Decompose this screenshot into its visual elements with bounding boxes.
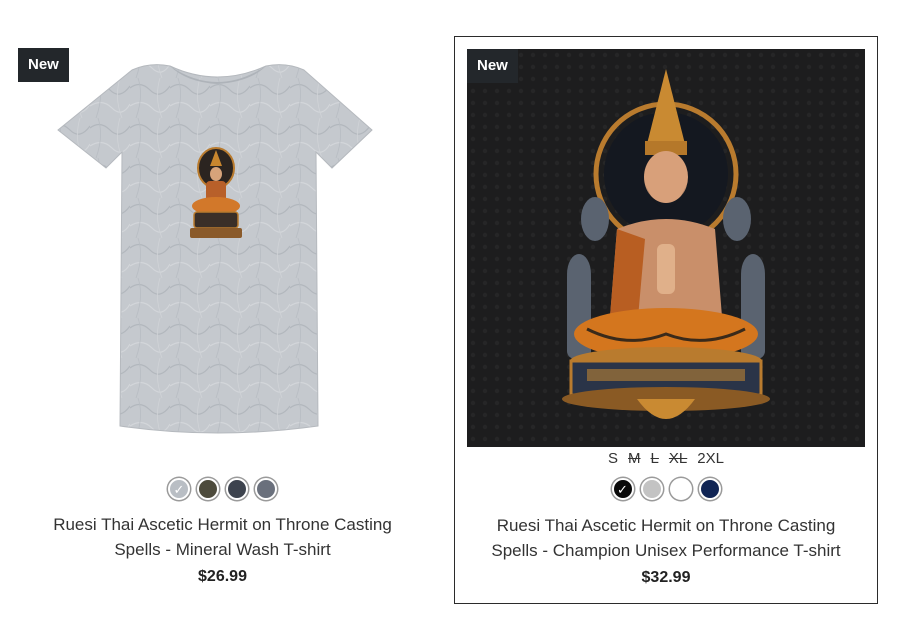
swatch-white[interactable] xyxy=(669,478,692,500)
size-m: M xyxy=(628,450,641,467)
product-price: $26.99 xyxy=(198,568,247,585)
product-title[interactable]: Ruesi Thai Ascetic Hermit on Throne Cast… xyxy=(10,512,435,562)
product-title[interactable]: Ruesi Thai Ascetic Hermit on Throne Cast… xyxy=(455,513,877,563)
swatch-black[interactable]: ✓ xyxy=(611,478,634,500)
new-badge: New xyxy=(467,49,518,83)
product-card-mineral-wash-tshirt[interactable]: New ✓ Ruesi Thai Ascetic Hermit on Thron… xyxy=(10,38,435,598)
color-swatches: ✓ xyxy=(10,478,435,500)
checkmark-icon: ✓ xyxy=(173,481,185,497)
new-badge: New xyxy=(18,48,69,82)
tshirt-image xyxy=(57,64,373,434)
color-swatches: ✓ xyxy=(455,478,877,500)
product-image-tshirt[interactable] xyxy=(10,38,435,458)
product-title-line2[interactable]: Spells - Champion Unisex Performance T-s… xyxy=(455,538,877,563)
size-l: L xyxy=(650,450,659,467)
swatch-navy[interactable] xyxy=(698,478,721,500)
product-card-champion-performance-tshirt[interactable]: New S M L XL 2XL ✓ Ruesi Thai Ascetic He… xyxy=(454,36,878,604)
swatch-olive[interactable] xyxy=(197,478,219,500)
product-title-line2[interactable]: Spells - Mineral Wash T-shirt xyxy=(10,537,435,562)
size-list: S M L XL 2XL xyxy=(455,450,877,467)
size-2xl[interactable]: 2XL xyxy=(697,450,724,467)
product-image-artwork[interactable] xyxy=(467,49,865,447)
checkmark-icon: ✓ xyxy=(617,481,628,497)
hermit-artwork-image xyxy=(467,49,865,447)
swatch-slate[interactable] xyxy=(255,478,277,500)
size-xl: XL xyxy=(668,450,688,467)
swatch-charcoal[interactable] xyxy=(226,478,248,500)
product-price: $32.99 xyxy=(641,569,691,586)
product-title-line1[interactable]: Ruesi Thai Ascetic Hermit on Throne Cast… xyxy=(455,513,877,538)
size-s[interactable]: S xyxy=(608,450,618,467)
swatch-silver[interactable] xyxy=(640,478,663,500)
swatch-light-grey[interactable]: ✓ xyxy=(168,478,190,500)
product-title-line1[interactable]: Ruesi Thai Ascetic Hermit on Throne Cast… xyxy=(10,512,435,537)
